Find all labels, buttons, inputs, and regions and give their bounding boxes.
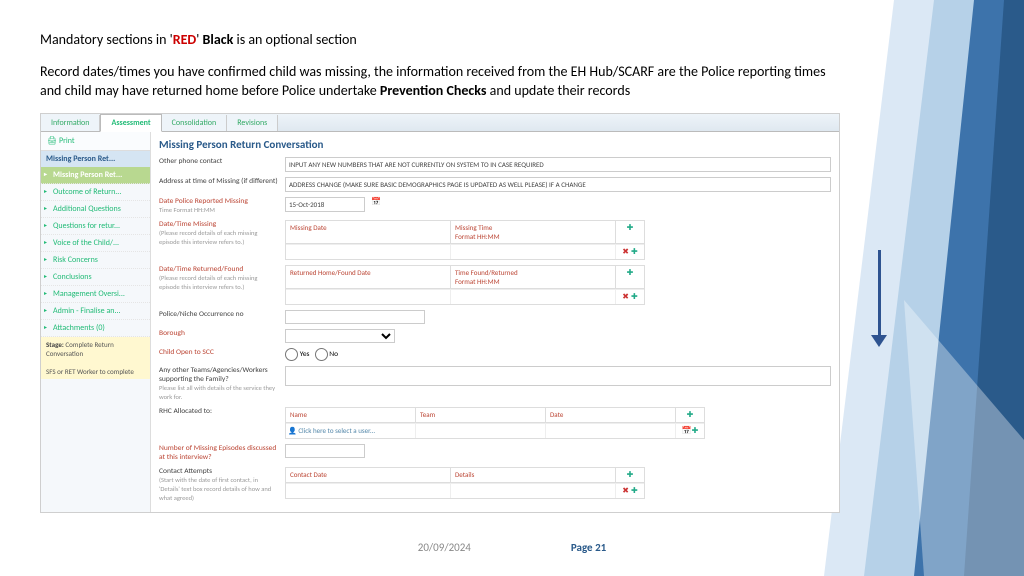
episodes-input[interactable]: [285, 444, 365, 458]
child-scc-label: Child Open to SCC: [159, 348, 279, 357]
form-title: Missing Person Return Conversation: [159, 138, 831, 151]
tab-assessment[interactable]: Assessment: [100, 114, 161, 132]
calendar-icon[interactable]: 📅: [682, 426, 692, 436]
sidebar-item-admin[interactable]: Admin - Finalise an...: [41, 303, 150, 320]
found-time-col: Time Found/ReturnedFormat HH:MM: [451, 266, 616, 288]
police-date-label: Date Police Reported Missing Time Format…: [159, 197, 279, 215]
sidebar-item-outcome[interactable]: Outcome of Return...: [41, 184, 150, 201]
missing-date-col: Missing Date: [286, 221, 451, 243]
no-radio[interactable]: No: [315, 350, 339, 359]
tab-revisions[interactable]: Revisions: [227, 115, 278, 131]
address-input[interactable]: ADDRESS CHANGE (MAKE SURE BASIC DEMOGRAP…: [285, 177, 831, 192]
tab-consolidation[interactable]: Consolidation: [162, 115, 228, 131]
contact-date-col: Contact Date: [286, 468, 451, 482]
yes-radio[interactable]: Yes: [285, 350, 310, 359]
contact-table: Contact Date Details ✚ ✖✚: [285, 467, 645, 499]
rhc-table: Name Team Date ✚ 👤 Click here to select …: [285, 407, 705, 439]
rhc-user-picker[interactable]: 👤 Click here to select a user...: [286, 424, 416, 438]
sidebar-item-conclusions[interactable]: Conclusions: [41, 269, 150, 286]
rhc-label: RHC Allocated to:: [159, 407, 279, 416]
add-icon[interactable]: ✚: [627, 470, 634, 480]
rhc-name-col: Name: [286, 408, 416, 422]
add-icon[interactable]: ✚: [692, 426, 699, 436]
tab-information[interactable]: Information: [41, 115, 100, 131]
sidebar-item-missing-person[interactable]: Missing Person Ret...: [41, 167, 150, 184]
sidebar-item-questions[interactable]: Questions for retur...: [41, 218, 150, 235]
sidebar-header: Missing Person Ret...: [41, 151, 150, 167]
calendar-icon[interactable]: 📅: [371, 197, 381, 207]
police-date-input[interactable]: 15-Oct-2018: [285, 197, 365, 212]
delete-icon[interactable]: ✖: [622, 247, 629, 257]
sidebar-item-risk[interactable]: Risk Concerns: [41, 252, 150, 269]
tab-bar: Information Assessment Consolidation Rev…: [41, 114, 839, 132]
add-icon[interactable]: ✚: [631, 247, 638, 257]
missing-time-col: Missing TimeFormat HH:MM: [451, 221, 616, 243]
occurrence-input[interactable]: [285, 310, 425, 324]
slide-footer: 20/09/2024 Page 21: [0, 541, 1024, 554]
app-screenshot: Information Assessment Consolidation Rev…: [40, 113, 840, 513]
sidebar-item-additional[interactable]: Additional Questions: [41, 201, 150, 218]
intro-text: Mandatory sections in 'RED' Black is an …: [40, 30, 840, 101]
delete-icon[interactable]: ✖: [622, 486, 629, 496]
footer-date: 20/09/2024: [418, 541, 471, 554]
sidebar: 🖨 Print Missing Person Ret... Missing Pe…: [41, 132, 151, 512]
rhc-team-col: Team: [416, 408, 546, 422]
add-icon[interactable]: ✚: [631, 292, 638, 302]
episodes-label: Number of Missing Episodes discussed at …: [159, 444, 279, 462]
other-teams-input[interactable]: [285, 366, 831, 386]
borough-select[interactable]: [285, 329, 395, 343]
add-icon[interactable]: ✚: [631, 486, 638, 496]
background-decoration: [824, 0, 1024, 576]
sidebar-item-attachments[interactable]: Attachments (0): [41, 320, 150, 337]
sidebar-item-management[interactable]: Management Oversi...: [41, 286, 150, 303]
missing-label: Date/Time Missing (Please record details…: [159, 220, 279, 247]
occurrence-label: Police/Niche Occurrence no: [159, 310, 279, 319]
sidebar-item-voice[interactable]: Voice of the Child/...: [41, 235, 150, 252]
missing-table: Missing Date Missing TimeFormat HH:MM ✚ …: [285, 220, 645, 260]
other-phone-label: Other phone contact: [159, 157, 279, 166]
add-icon[interactable]: ✚: [687, 410, 694, 420]
delete-icon[interactable]: ✖: [622, 292, 629, 302]
address-label: Address at time of Missing (if different…: [159, 177, 279, 186]
found-date-col: Returned Home/Found Date: [286, 266, 451, 288]
add-icon[interactable]: ✚: [627, 223, 634, 233]
add-icon[interactable]: ✚: [627, 268, 634, 278]
other-phone-input[interactable]: INPUT ANY NEW NUMBERS THAT ARE NOT CURRE…: [285, 157, 831, 172]
footer-page: Page 21: [571, 541, 606, 554]
other-teams-label: Any other Teams/Agencies/Workers support…: [159, 366, 279, 402]
rhc-date-col: Date: [546, 408, 676, 422]
borough-label: Borough: [159, 329, 279, 338]
found-table: Returned Home/Found Date Time Found/Retu…: [285, 265, 645, 305]
stage-box: Stage: Complete Return Conversation SFS …: [41, 337, 150, 379]
contact-attempts-label: Contact Attempts (Start with the date of…: [159, 467, 279, 503]
contact-details-col: Details: [451, 468, 616, 482]
down-arrow-icon: [869, 250, 889, 347]
form-panel: Missing Person Return Conversation Other…: [151, 132, 839, 512]
found-label: Date/Time Returned/Found (Please record …: [159, 265, 279, 292]
print-link[interactable]: 🖨 Print: [41, 132, 150, 151]
